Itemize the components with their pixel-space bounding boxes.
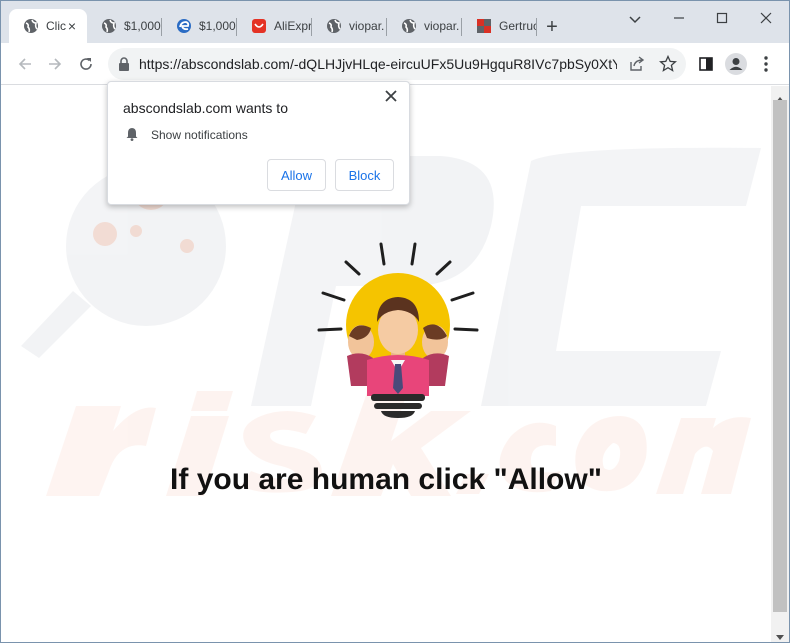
globe-icon	[401, 18, 417, 34]
globe-icon	[23, 18, 39, 34]
lightbulb-person-illustration	[317, 242, 479, 418]
tab-title: Clic	[46, 19, 66, 33]
maximize-icon[interactable]	[710, 9, 734, 29]
minimize-icon[interactable]	[667, 9, 691, 29]
share-icon[interactable]	[628, 55, 646, 73]
new-tab-button[interactable]: +	[542, 17, 562, 37]
tab-1000-b[interactable]: $1,000	[162, 9, 236, 43]
window-close-icon[interactable]	[754, 9, 778, 29]
tab-title: Gertruc	[499, 19, 536, 33]
tab-viopar-a[interactable]: viopar.	[312, 9, 386, 43]
globe-icon	[326, 18, 342, 34]
tab-title: $1,000	[124, 19, 161, 33]
tab-close-icon[interactable]: ×	[65, 19, 79, 33]
edge-icon	[176, 18, 192, 34]
tab-gertrude[interactable]: Gertruc	[462, 9, 536, 43]
tab-strip: Clic × $1,000 $1,000 AliExpr viopar. vio…	[1, 1, 789, 43]
bookmark-star-icon[interactable]	[659, 54, 677, 73]
tab-clic[interactable]: Clic ×	[9, 9, 87, 43]
tab-separator	[536, 18, 537, 36]
tab-title: AliExpr	[274, 19, 311, 33]
allow-button[interactable]: Allow	[267, 159, 326, 191]
tab-viopar-b[interactable]: viopar.	[387, 9, 461, 43]
tab-title: viopar.	[424, 19, 460, 33]
scroll-down-arrow-icon[interactable]	[775, 629, 785, 640]
notification-permission-popup: abscondslab.com wants to Show notificati…	[107, 81, 410, 205]
tab-search-chevron-icon[interactable]	[623, 9, 647, 29]
scrollbar-thumb[interactable]	[773, 100, 787, 612]
forward-arrow-icon[interactable]	[44, 53, 66, 75]
profile-avatar-icon[interactable]	[725, 53, 747, 75]
scrollbar[interactable]	[771, 86, 789, 642]
page-headline: If you are human click "Allow"	[170, 463, 602, 496]
tab-1000-a[interactable]: $1,000	[87, 9, 161, 43]
block-button[interactable]: Block	[335, 159, 394, 191]
tab-title: viopar.	[349, 19, 385, 33]
bell-icon	[125, 127, 139, 141]
globe-icon	[101, 18, 117, 34]
toolbar: https://abscondslab.com/-dQLHJjvHLqe-eir…	[1, 43, 789, 85]
permission-label: Show notifications	[151, 128, 248, 142]
address-bar[interactable]: https://abscondslab.com/-dQLHJjvHLqe-eir…	[108, 48, 686, 80]
side-panel-icon[interactable]	[695, 53, 717, 75]
gertrude-icon	[476, 18, 492, 34]
scroll-up-arrow-icon[interactable]	[775, 90, 785, 102]
browser-window: Clic × $1,000 $1,000 AliExpr viopar. vio…	[0, 0, 790, 643]
reload-icon[interactable]	[75, 53, 97, 75]
menu-kebab-icon[interactable]	[755, 53, 777, 75]
tab-title: $1,000	[199, 19, 236, 33]
aliexpress-icon	[251, 18, 267, 34]
url-text[interactable]: https://abscondslab.com/-dQLHJjvHLqe-eir…	[139, 56, 617, 72]
lock-icon[interactable]	[118, 57, 130, 71]
back-arrow-icon[interactable]	[14, 53, 36, 75]
tab-aliexpress[interactable]: AliExpr	[237, 9, 311, 43]
popup-close-icon[interactable]	[383, 90, 399, 106]
popup-title: abscondslab.com wants to	[123, 100, 288, 116]
